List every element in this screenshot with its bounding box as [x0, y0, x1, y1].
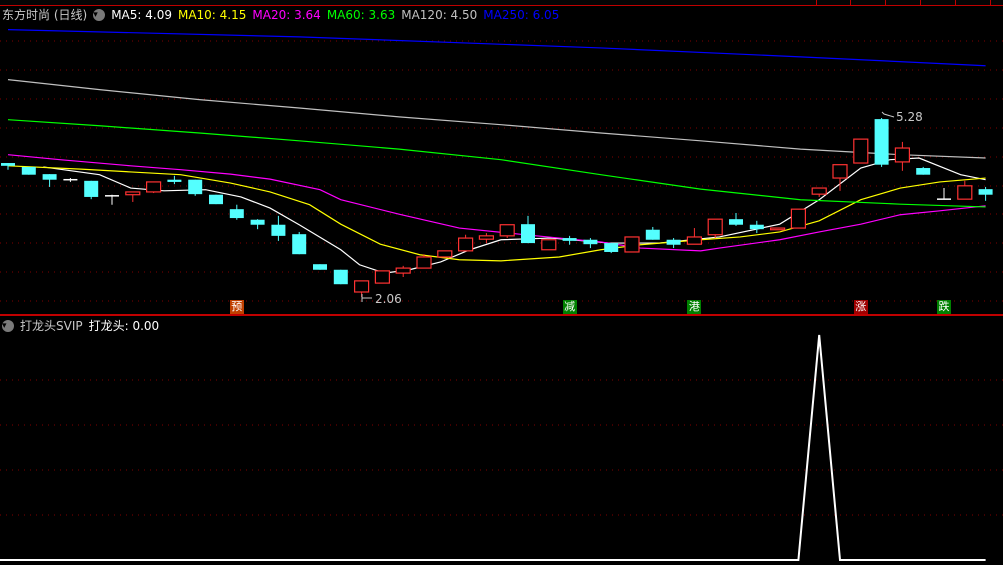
high-arrow-icon [881, 111, 895, 118]
candle-body-down [1, 163, 15, 166]
ma10-line [7, 165, 986, 262]
candle-body-down [916, 168, 931, 175]
candle-body-up [499, 224, 515, 237]
candle-body-up [957, 185, 973, 200]
candle-body-up [437, 250, 453, 258]
candle-body-down [292, 234, 307, 255]
candle-body-down [84, 180, 99, 197]
chevron-down-icon[interactable]: ▾ [93, 8, 106, 21]
candle-body-down [250, 219, 265, 225]
candle-body-up [811, 187, 827, 195]
ma10-label: MA10: 4.15 [177, 7, 247, 22]
ma120-label: MA120: 4.50 [401, 7, 478, 22]
signal-badge: 预 [229, 300, 244, 314]
candle-body-down [521, 224, 535, 244]
ma120-line [7, 79, 986, 159]
candle-body-up [374, 270, 390, 284]
candle-body-down [583, 239, 598, 245]
candle-body-up [125, 191, 141, 196]
candle-body-up [458, 237, 474, 252]
high-price-label: 5.28 [896, 110, 923, 124]
candle-body-down [645, 229, 660, 240]
candle-body-down [209, 194, 223, 205]
candle-body-down [42, 174, 57, 180]
candle-body-down [978, 189, 993, 195]
candle-body-down [666, 239, 681, 245]
indicator-value: 打龙头: 0.00 [88, 319, 160, 333]
candle-body-up [790, 208, 807, 229]
candle-body-down [188, 179, 203, 195]
ma250-line [7, 29, 986, 67]
candle-body-up [832, 164, 848, 179]
candle-body-down [604, 243, 619, 252]
candle-body-up [416, 256, 432, 269]
candle-body-down [749, 224, 764, 230]
candle-body-down [167, 179, 182, 182]
indicator-line [0, 334, 986, 561]
low-price-label: 2.06 [375, 292, 402, 306]
signal-badge: 港 [687, 300, 702, 314]
ma5-label: MA5: 4.09 [111, 7, 172, 22]
ma60-line [7, 119, 986, 208]
ma250-label: MA250: 6.05 [483, 7, 560, 22]
candle-body-up [478, 235, 494, 240]
candle-body-down [229, 209, 244, 219]
main-header: 东方时尚 (日线) ▾ MA5: 4.09 MA10: 4.15 MA20: 3… [2, 6, 559, 23]
stock-title: 东方时尚 (日线) [2, 8, 88, 22]
candle-body-down [562, 238, 577, 241]
indicator-name: 打龙头SVIP [20, 319, 83, 333]
candle-body-up [707, 218, 723, 236]
signal-badge: 跌 [937, 300, 951, 314]
candle-body-down [21, 166, 36, 175]
indicator-header: ▾ 打龙头SVIP 打龙头: 0.00 [2, 317, 159, 334]
kline-chart[interactable]: 5.28 2.06 [0, 0, 1003, 565]
candle-body-down [333, 269, 348, 285]
candle-body-up [769, 227, 786, 231]
candle-body-down [313, 264, 327, 270]
signal-badge: 减 [562, 300, 577, 314]
candle-body-up [686, 236, 703, 245]
candle-body-up [624, 236, 640, 253]
ma20-label: MA20: 3.64 [252, 7, 321, 22]
chevron-down-icon[interactable]: ▾ [2, 319, 14, 332]
candle-body-down [271, 224, 286, 236]
candle-body-up [354, 280, 370, 293]
candle-body-up [853, 138, 869, 164]
ma60-label: MA60: 3.63 [326, 7, 396, 22]
candle-body-up [146, 181, 162, 193]
candle-body-up [395, 267, 411, 274]
signal-badge: 涨 [853, 300, 868, 314]
candle-body-up [541, 239, 557, 251]
candle-body-down [729, 219, 743, 225]
candle-body-down [874, 119, 889, 165]
candle-body-up [894, 147, 911, 163]
